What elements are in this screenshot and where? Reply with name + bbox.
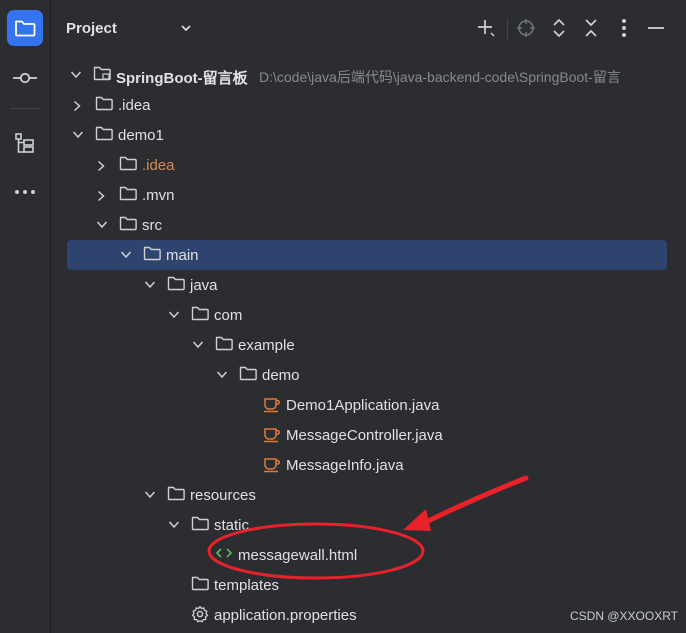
annotation-ellipse [207, 522, 425, 580]
annotation-arrowhead [403, 509, 431, 531]
annotation-overlay [207, 475, 529, 580]
watermark: CSDN @XXOOXRT [570, 609, 678, 623]
annotation-arrow [415, 475, 529, 529]
